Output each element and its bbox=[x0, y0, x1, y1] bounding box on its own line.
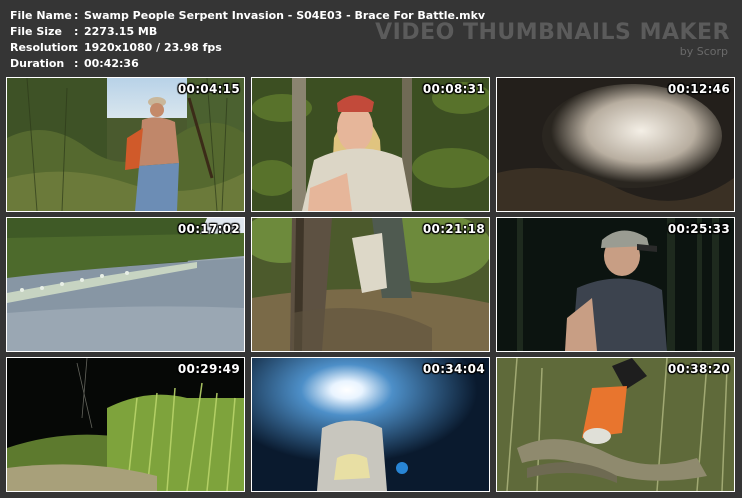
thumbnail-image-headlamp-glare bbox=[252, 358, 489, 491]
info-label: Duration bbox=[10, 57, 65, 70]
file-info-header: File Name : Swamp People Serpent Invasio… bbox=[0, 0, 742, 74]
info-label: Resolution bbox=[10, 41, 77, 54]
info-value: 2273.15 MB bbox=[84, 25, 158, 38]
thumbnail-5[interactable]: 00:21:18 bbox=[251, 217, 490, 352]
brand-subtitle: by Scorp bbox=[679, 45, 728, 58]
info-separator: : bbox=[74, 9, 79, 22]
thumbnail-2[interactable]: 00:08:31 bbox=[251, 77, 490, 212]
info-separator: : bbox=[74, 25, 79, 38]
brand-title: VIDEO THUMBNAILS MAKER bbox=[375, 20, 730, 45]
thumbnail-7[interactable]: 00:29:49 bbox=[6, 357, 245, 492]
thumbnail-4[interactable]: 00:17:02 bbox=[6, 217, 245, 352]
thumbnail-image-grass-night bbox=[7, 358, 244, 491]
thumbnail-image-woman-jungle bbox=[252, 78, 489, 211]
thumbnail-3[interactable]: 00:12:46 bbox=[496, 77, 735, 212]
thumbnail-image-canal bbox=[7, 218, 244, 351]
thumbnail-timestamp: 00:34:04 bbox=[422, 362, 485, 376]
thumbnail-timestamp: 00:08:31 bbox=[422, 82, 485, 96]
info-value: 00:42:36 bbox=[84, 57, 139, 70]
thumbnail-timestamp: 00:25:33 bbox=[667, 222, 730, 236]
thumbnail-1[interactable]: 00:04:15 bbox=[6, 77, 245, 212]
thumbnail-timestamp: 00:38:20 bbox=[667, 362, 730, 376]
info-label: File Name bbox=[10, 9, 72, 22]
thumbnail-6[interactable]: 00:25:33 bbox=[496, 217, 735, 352]
info-separator: : bbox=[74, 41, 79, 54]
thumbnail-timestamp: 00:17:02 bbox=[177, 222, 240, 236]
thumbnail-timestamp: 00:12:46 bbox=[667, 82, 730, 96]
thumbnail-image-python-grass bbox=[497, 358, 734, 491]
thumbnail-timestamp: 00:21:18 bbox=[422, 222, 485, 236]
thumbnail-timestamp: 00:29:49 bbox=[177, 362, 240, 376]
thumbnail-9[interactable]: 00:38:20 bbox=[496, 357, 735, 492]
thumbnail-image-crouching-by-tree bbox=[252, 218, 489, 351]
thumbnail-8[interactable]: 00:34:04 bbox=[251, 357, 490, 492]
info-label: File Size bbox=[10, 25, 62, 38]
watermark-logo: VIDEO THUMBNAILS MAKER by Scorp bbox=[375, 20, 730, 58]
info-separator: : bbox=[74, 57, 79, 70]
thumbnail-image-swamp-man bbox=[7, 78, 244, 211]
thumbnail-timestamp: 00:04:15 bbox=[177, 82, 240, 96]
thumbnail-image-blurred-closeup bbox=[497, 78, 734, 211]
thumbnail-image-headlamp-night bbox=[497, 218, 734, 351]
info-value: 1920x1080 / 23.98 fps bbox=[84, 41, 222, 54]
